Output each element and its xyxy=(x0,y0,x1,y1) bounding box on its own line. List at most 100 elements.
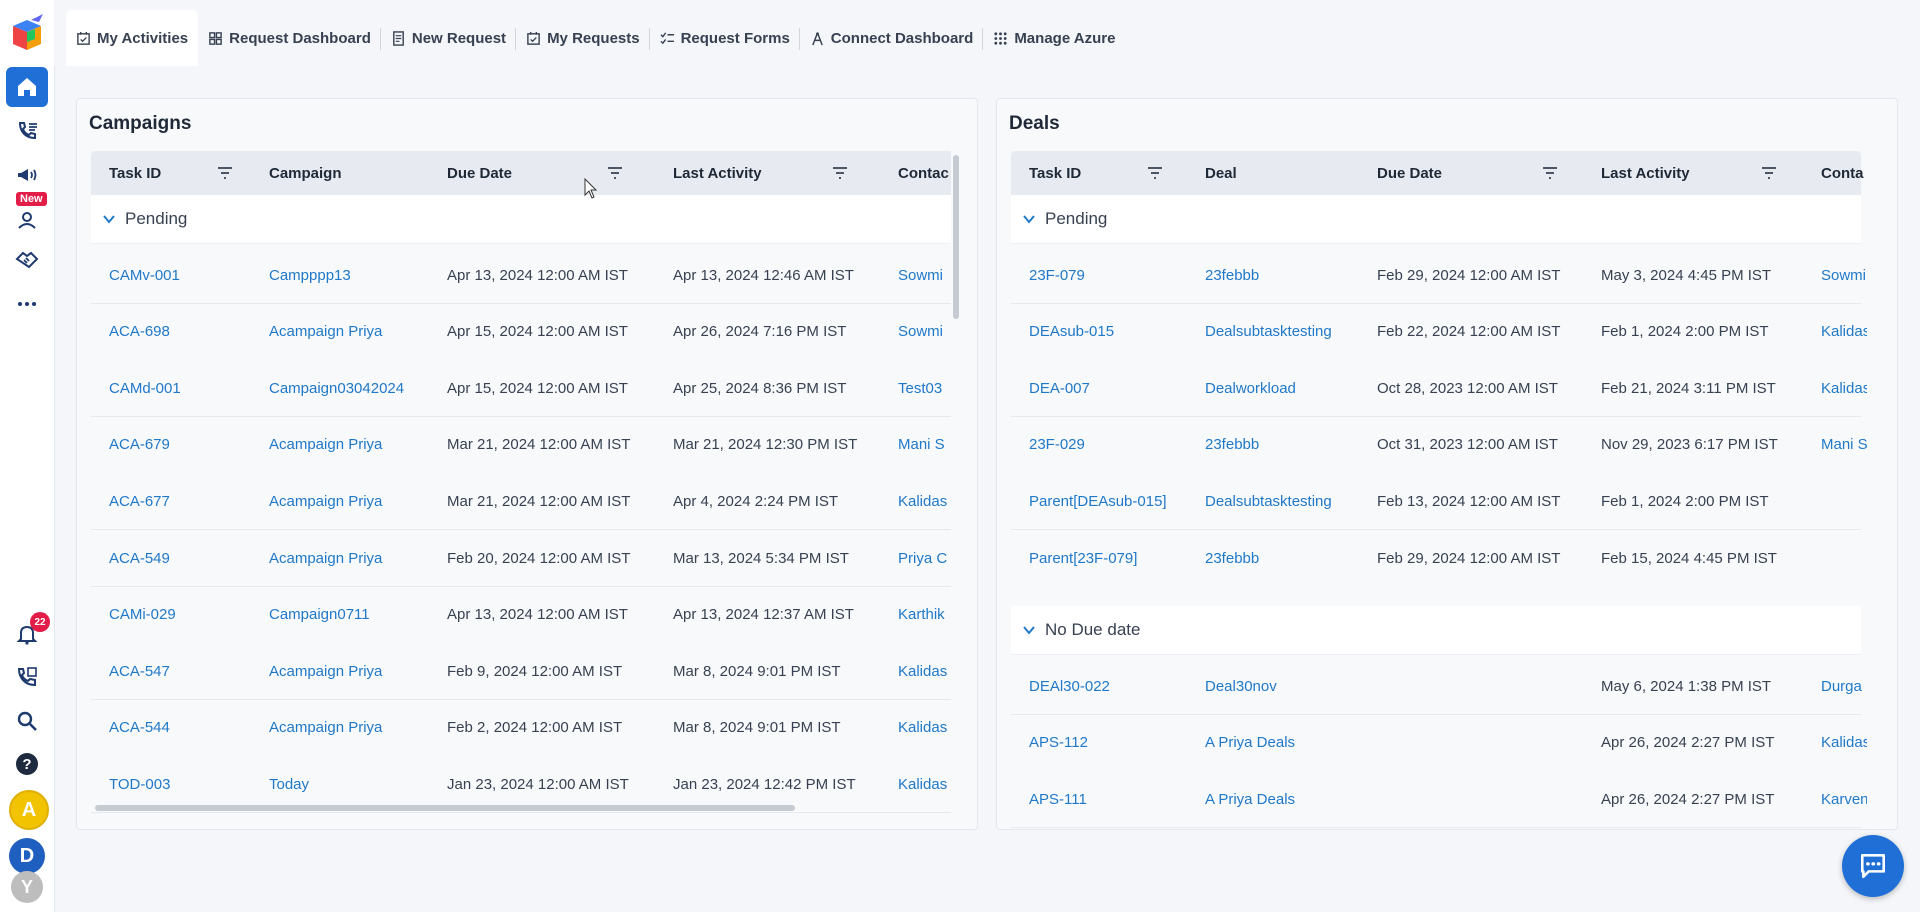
table-row[interactable]: 23F-079 23febbb Feb 29, 2024 12:00 AM IST M… xyxy=(1011,247,1866,304)
search-button[interactable] xyxy=(6,701,48,741)
table-row[interactable]: ACA-698 Acampaign Priya Apr 15, 2024 12:00… xyxy=(91,303,951,361)
avatar-a[interactable]: A xyxy=(9,790,49,830)
cell-task-id[interactable]: CAMd-001 xyxy=(91,360,251,416)
cell-contact[interactable]: Sowmi xyxy=(880,247,951,303)
table-row[interactable]: DEAsub-015 Dealsubtasktesting Feb 22, 2024… xyxy=(1011,303,1867,361)
filter-icon[interactable] xyxy=(831,164,849,182)
table-row[interactable]: ACA-679 Acampaign Priya Mar 21, 2024 12:00… xyxy=(91,416,951,474)
table-row[interactable]: CAMv-001 Campppp13 Apr 13, 2024 12:00 AM I… xyxy=(91,247,951,304)
chevron-down-icon[interactable] xyxy=(1021,211,1037,227)
cell-contact[interactable]: Kalidas xyxy=(1803,715,1867,771)
cell-name[interactable]: Acampaign Priya xyxy=(251,530,429,586)
tab-my-activities[interactable]: My Activities xyxy=(66,10,199,66)
cell-name[interactable]: Campaign03042024 xyxy=(251,360,429,416)
cell-name[interactable]: A Priya Deals xyxy=(1187,715,1359,771)
cell-task-id[interactable]: Parent[23F-079] xyxy=(1011,530,1187,586)
cell-task-id[interactable]: CAMv-001 xyxy=(91,247,251,303)
table-row[interactable]: ACA-677 Acampaign Priya Mar 21, 2024 12:00… xyxy=(91,473,951,531)
cell-task-id[interactable]: TOD-003 xyxy=(91,756,251,812)
tab-manage-azure[interactable]: Manage Azure xyxy=(983,10,1125,66)
cell-contact[interactable]: Sowmi xyxy=(1803,247,1867,303)
table-row[interactable]: APS-111 A Priya Deals Apr 26, 2024 2:27 PM… xyxy=(1011,771,1867,829)
cell-name[interactable]: 23febbb xyxy=(1187,247,1359,303)
cell-contact[interactable]: Karven xyxy=(1803,771,1867,827)
cell-task-id[interactable]: 23F-079 xyxy=(1011,247,1187,303)
chat-button[interactable] xyxy=(1842,835,1904,897)
cell-contact[interactable]: Mani S xyxy=(1803,417,1867,473)
cell-task-id[interactable]: DEAl30-022 xyxy=(1011,658,1187,714)
table-row[interactable]: CAMi-029 Campaign0711 Apr 13, 2024 12:00 A… xyxy=(91,586,951,644)
column-header[interactable]: Contac xyxy=(880,151,951,195)
cell-contact[interactable]: Sowmi xyxy=(880,304,951,360)
cell-task-id[interactable]: 23F-029 xyxy=(1011,417,1187,473)
cell-contact[interactable]: Mani S xyxy=(880,417,951,473)
avatar-d[interactable]: D xyxy=(9,838,45,874)
table-row[interactable]: CAMd-001 Campaign03042024 Apr 15, 2024 12:… xyxy=(91,360,951,418)
column-header[interactable]: Conta xyxy=(1803,151,1867,195)
cell-task-id[interactable]: ACA-698 xyxy=(91,304,251,360)
table-row[interactable]: ACA-549 Acampaign Priya Feb 20, 2024 12:00… xyxy=(91,530,951,587)
cell-name[interactable]: Dealworkload xyxy=(1187,360,1359,416)
table-row[interactable]: ACA-544 Acampaign Priya Feb 2, 2024 12:00 … xyxy=(91,699,951,757)
filter-icon[interactable] xyxy=(606,164,624,182)
cell-name[interactable]: Deal30nov xyxy=(1187,658,1359,714)
group-row[interactable]: Pending xyxy=(1011,195,1861,244)
table-row[interactable]: 23F-029 23febbb Oct 31, 2023 12:00 AM IST N… xyxy=(1011,416,1867,474)
horizontal-scrollbar[interactable] xyxy=(95,805,795,811)
cell-name[interactable]: Dealsubtasktesting xyxy=(1187,473,1359,529)
dialer-button[interactable] xyxy=(6,657,48,697)
column-header[interactable]: Deal xyxy=(1187,151,1359,195)
table-row[interactable]: ACA-547 Acampaign Priya Feb 9, 2024 12:00 … xyxy=(91,643,951,701)
cell-task-id[interactable]: DEA-007 xyxy=(1011,360,1187,416)
cell-name[interactable]: 23febbb xyxy=(1187,417,1359,473)
cell-contact[interactable]: Kalidas xyxy=(880,700,951,756)
table-row[interactable]: Parent[DEAsub-015] Dealsubtasktesting Feb … xyxy=(1011,473,1861,531)
cell-task-id[interactable]: DEAsub-015 xyxy=(1011,304,1187,360)
cell-name[interactable]: 23febbb xyxy=(1187,530,1359,586)
cell-contact[interactable]: Kalidas xyxy=(1803,304,1867,360)
table-row[interactable]: DEA-007 Dealworkload Oct 28, 2023 12:00 AM… xyxy=(1011,360,1867,418)
cell-task-id[interactable]: APS-111 xyxy=(1011,771,1187,827)
help-button[interactable]: ? xyxy=(6,744,48,784)
cell-task-id[interactable]: ACA-679 xyxy=(91,417,251,473)
cell-contact[interactable]: Priya C xyxy=(880,530,951,586)
chevron-down-icon[interactable] xyxy=(1021,622,1037,638)
cell-contact[interactable]: Karthik xyxy=(880,587,951,643)
cell-name[interactable]: Campaign0711 xyxy=(251,587,429,643)
tab-request-forms[interactable]: Request Forms xyxy=(650,10,800,66)
cell-name[interactable]: Today xyxy=(251,756,429,812)
avatar-y[interactable]: Y xyxy=(11,871,43,903)
group-row[interactable]: No Due date xyxy=(1011,606,1861,655)
cell-task-id[interactable]: ACA-549 xyxy=(91,530,251,586)
cell-name[interactable]: Dealsubtasktesting xyxy=(1187,304,1359,360)
vertical-scrollbar[interactable] xyxy=(953,155,959,319)
filter-icon[interactable] xyxy=(1541,164,1559,182)
cell-task-id[interactable]: ACA-677 xyxy=(91,473,251,529)
app-logo-icon[interactable] xyxy=(9,14,45,54)
tab-connect-dashboard[interactable]: Connect Dashboard xyxy=(800,10,984,66)
table-row[interactable]: DEAl30-022 Deal30nov May 6, 2024 1:38 PM I… xyxy=(1011,658,1862,715)
more-nav-button[interactable] xyxy=(6,284,48,324)
chevron-down-icon[interactable] xyxy=(101,211,117,227)
cell-contact[interactable]: Durga xyxy=(1803,658,1867,714)
cell-name[interactable]: Acampaign Priya xyxy=(251,643,429,699)
cell-contact[interactable]: Kalidas xyxy=(880,473,951,529)
cell-name[interactable]: A Priya Deals xyxy=(1187,771,1359,827)
cell-contact[interactable] xyxy=(1803,473,1867,529)
filter-icon[interactable] xyxy=(216,164,234,182)
cell-task-id[interactable]: ACA-547 xyxy=(91,643,251,699)
cell-contact[interactable] xyxy=(1803,530,1867,586)
filter-icon[interactable] xyxy=(1760,164,1778,182)
cell-name[interactable]: Acampaign Priya xyxy=(251,700,429,756)
filter-icon[interactable] xyxy=(1146,164,1164,182)
cell-contact[interactable]: Test03 xyxy=(880,360,951,416)
cell-contact[interactable]: Kalidas xyxy=(880,643,951,699)
cell-task-id[interactable]: CAMi-029 xyxy=(91,587,251,643)
column-header[interactable]: Campaign xyxy=(251,151,429,195)
group-row[interactable]: Pending xyxy=(91,195,951,244)
table-row[interactable]: APS-112 A Priya Deals Apr 26, 2024 2:27 PM… xyxy=(1011,714,1867,772)
cell-name[interactable]: Campppp13 xyxy=(251,247,429,303)
tab-new-request[interactable]: New Request xyxy=(381,10,517,66)
cell-name[interactable]: Acampaign Priya xyxy=(251,473,429,529)
home-nav-button[interactable] xyxy=(6,67,48,107)
